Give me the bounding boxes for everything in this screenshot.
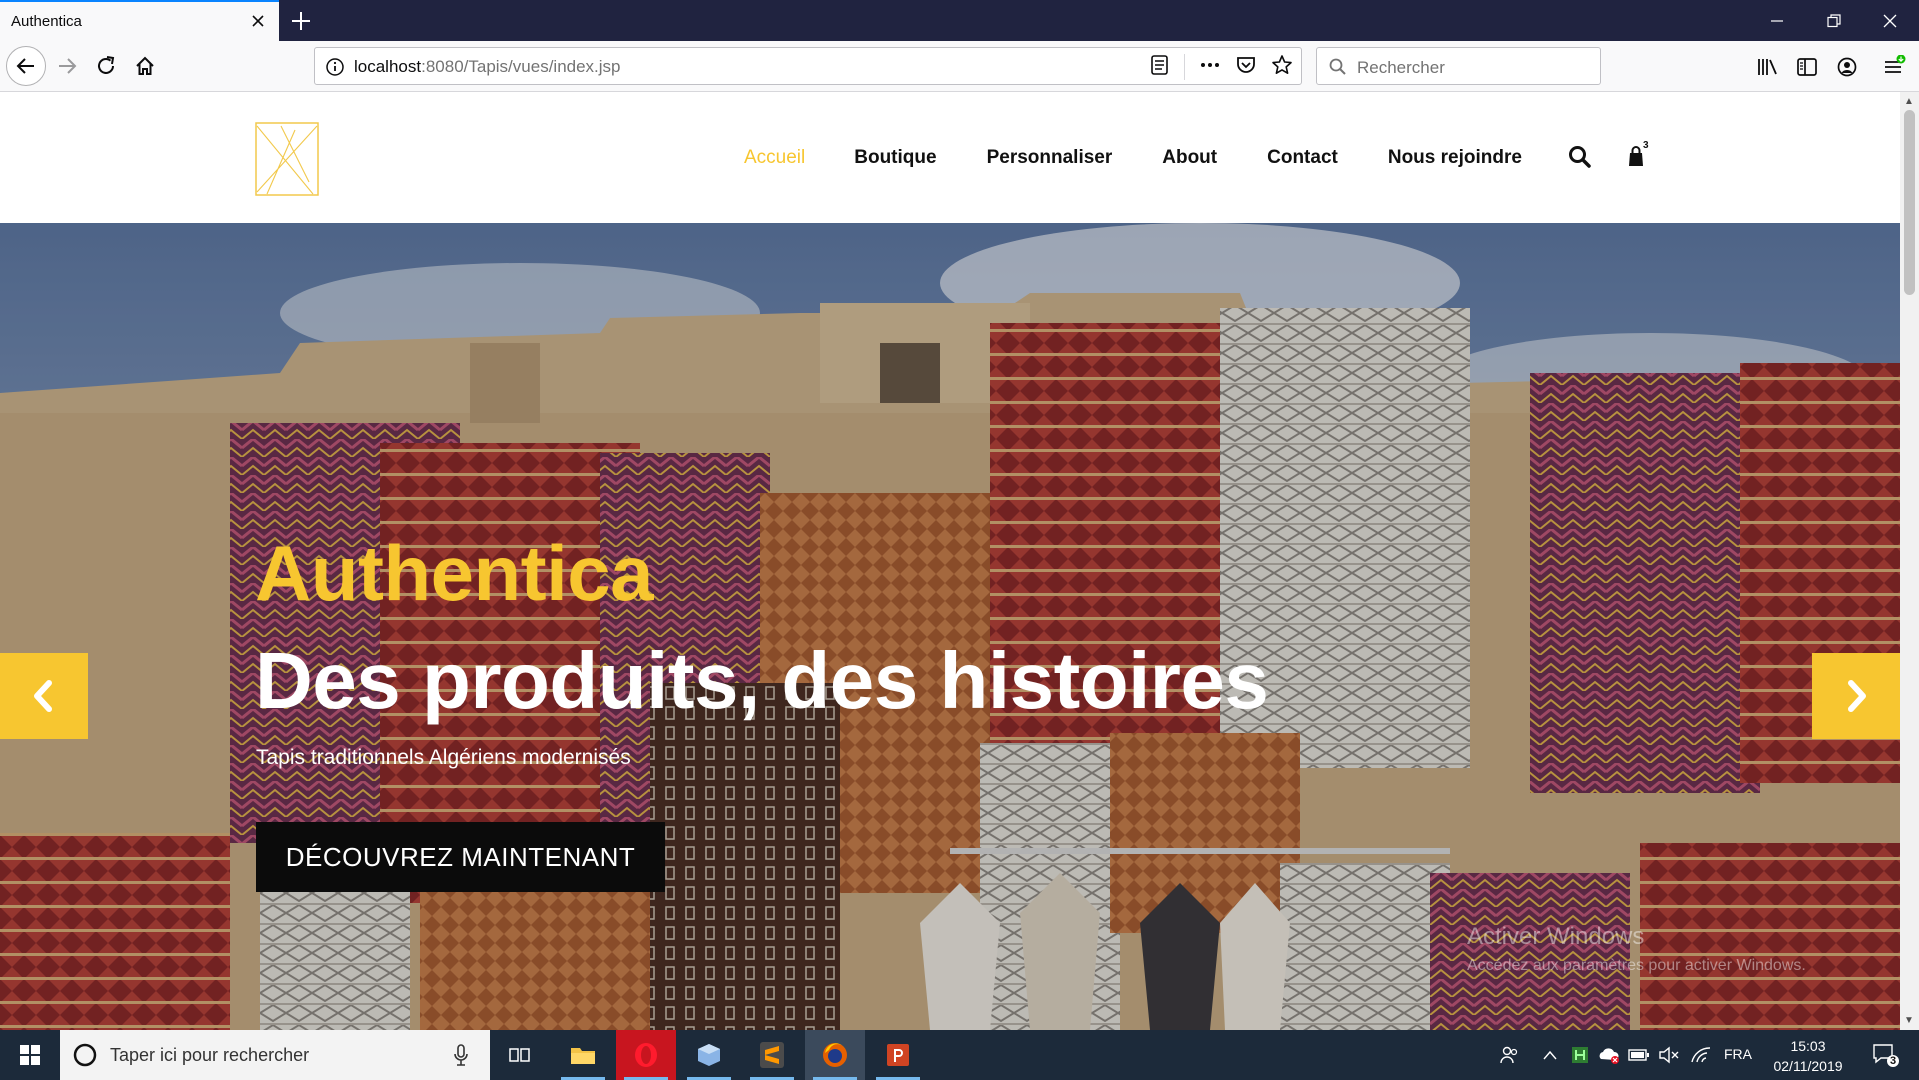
minimize-window-icon[interactable]	[1749, 0, 1805, 41]
reader-view-icon[interactable]	[1150, 54, 1170, 81]
chevron-left-icon	[34, 680, 52, 712]
menu-hamburger-icon[interactable]	[1880, 53, 1908, 81]
opera-browser-icon[interactable]	[616, 1030, 676, 1080]
back-arrow-icon[interactable]	[6, 46, 46, 86]
browser-toolbar: localhost:8080/Tapis/vues/index.jsp Rech…	[0, 41, 1919, 92]
scroll-down-arrow-icon[interactable]: ▼	[1904, 1015, 1914, 1026]
tab-title: Authentica	[11, 13, 82, 30]
nav-link-accueil[interactable]: Accueil	[744, 147, 805, 169]
main-navigation: Accueil Boutique Personnaliser About Con…	[744, 147, 1522, 169]
site-search-icon[interactable]	[1567, 144, 1593, 170]
input-language-indicator[interactable]: FRA	[1724, 1046, 1752, 1062]
windows-activation-watermark: Activer Windows Accédez aux paramètres p…	[1467, 923, 1806, 975]
sidebar-icon[interactable]	[1793, 53, 1821, 81]
clock-date: 02/11/2019	[1773, 1058, 1843, 1074]
watermark-subtitle: Accédez aux paramètres pour activer Wind…	[1467, 957, 1806, 974]
close-window-icon[interactable]	[1862, 0, 1918, 41]
task-view-icon[interactable]	[490, 1030, 550, 1080]
web-page: Accueil Boutique Personnaliser About Con…	[0, 92, 1900, 1030]
people-icon[interactable]	[1496, 1030, 1524, 1080]
browser-tab-active[interactable]: Authentica	[0, 0, 279, 41]
notification-count-badge: 3	[1890, 1055, 1897, 1067]
site-info-icon[interactable]	[325, 57, 345, 82]
nav-link-personnaliser[interactable]: Personnaliser	[987, 147, 1113, 169]
show-hidden-icons-chevron-icon[interactable]	[1538, 1030, 1562, 1080]
site-logo[interactable]	[255, 122, 319, 196]
url-text[interactable]: localhost:8080/Tapis/vues/index.jsp	[354, 57, 621, 77]
chevron-right-icon	[1848, 680, 1866, 712]
site-header: Accueil Boutique Personnaliser About Con…	[0, 92, 1900, 223]
browser-search-placeholder: Rechercher	[1357, 58, 1445, 77]
new-tab-icon[interactable]	[288, 8, 314, 34]
bookmark-star-icon[interactable]	[1271, 54, 1293, 81]
close-tab-icon[interactable]	[248, 11, 268, 31]
nav-link-nous-rejoindre[interactable]: Nous rejoindre	[1388, 147, 1522, 169]
discover-now-button[interactable]: DÉCOUVREZ MAINTENANT	[256, 822, 665, 892]
sublime-text-icon[interactable]	[742, 1030, 802, 1080]
pocket-icon[interactable]	[1235, 54, 1257, 81]
hero-slider: Authentica Des produits, des histoires T…	[0, 223, 1900, 1030]
tray-app-green-icon[interactable]	[1568, 1030, 1592, 1080]
browser-tab-strip: Authentica	[0, 0, 1919, 41]
volume-muted-icon[interactable]	[1656, 1030, 1682, 1080]
slider-next-button[interactable]	[1812, 653, 1900, 739]
url-host: localhost	[354, 57, 422, 76]
forward-arrow-icon[interactable]	[48, 47, 86, 85]
file-explorer-icon[interactable]	[553, 1030, 613, 1080]
scrollbar-thumb[interactable]	[1904, 110, 1915, 295]
nav-link-contact[interactable]: Contact	[1267, 147, 1338, 169]
page-scrollbar[interactable]: ▲ ▼	[1900, 92, 1919, 1030]
clock-time: 15:03	[1790, 1038, 1826, 1054]
action-center-icon[interactable]: 3	[1866, 1030, 1906, 1080]
onedrive-error-icon[interactable]	[1596, 1030, 1622, 1080]
windows-start-icon[interactable]	[0, 1030, 60, 1080]
url-path: :8080/Tapis/vues/index.jsp	[421, 57, 621, 76]
battery-icon[interactable]	[1626, 1030, 1652, 1080]
powerpoint-icon[interactable]	[868, 1030, 928, 1080]
system-clock[interactable]: 15:03 02/11/2019	[1766, 1036, 1850, 1076]
cortana-icon	[72, 1042, 98, 1073]
page-actions-icon[interactable]	[1199, 54, 1221, 81]
windows-taskbar: Taper ici pour rechercher FRA 15:03 02/1…	[0, 1030, 1919, 1080]
wifi-icon[interactable]	[1688, 1030, 1714, 1080]
nav-link-about[interactable]: About	[1162, 147, 1217, 169]
hero-brand-heading: Authentica	[255, 529, 654, 617]
search-icon	[1328, 57, 1348, 82]
url-actions-divider	[1184, 54, 1185, 80]
microphone-icon[interactable]	[452, 1043, 470, 1072]
hero-overlay	[0, 223, 1900, 1030]
nav-link-boutique[interactable]: Boutique	[854, 147, 936, 169]
hero-subtitle: Tapis traditionnels Algériens modernisés	[256, 746, 631, 769]
browser-search-bar[interactable]: Rechercher	[1316, 47, 1601, 85]
account-icon[interactable]	[1833, 53, 1861, 81]
hero-title: Des produits, des histoires	[255, 636, 1269, 725]
restore-window-icon[interactable]	[1806, 0, 1862, 41]
taskbar-search-placeholder: Taper ici pour rechercher	[110, 1045, 310, 1065]
virtualbox-icon[interactable]	[679, 1030, 739, 1080]
cart-count-badge: 3	[1643, 140, 1649, 151]
firefox-icon[interactable]	[805, 1030, 865, 1080]
home-icon[interactable]	[126, 47, 164, 85]
address-bar[interactable]: localhost:8080/Tapis/vues/index.jsp	[314, 47, 1302, 85]
watermark-title: Activer Windows	[1467, 923, 1645, 950]
slider-prev-button[interactable]	[0, 653, 88, 739]
reload-icon[interactable]	[87, 47, 125, 85]
scroll-up-arrow-icon[interactable]: ▲	[1904, 96, 1914, 107]
taskbar-search-box[interactable]: Taper ici pour rechercher	[60, 1030, 490, 1080]
library-icon[interactable]	[1753, 53, 1781, 81]
